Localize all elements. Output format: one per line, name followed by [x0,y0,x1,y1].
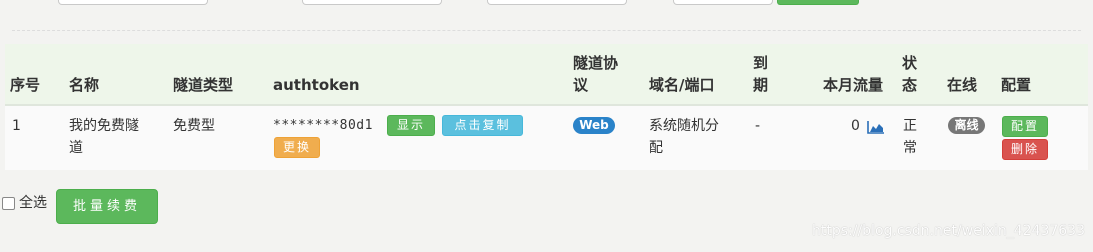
online-status-badge: 离线 [948,117,985,134]
change-token-button[interactable]: 更换 [274,137,320,158]
copy-token-button[interactable]: 点击复制 [442,115,523,136]
filter-input-1[interactable] [58,0,208,5]
header-domain: 域名/端口 [649,76,715,94]
row-authtoken: ********80d1 [273,118,373,133]
header-status-line1: 状 [902,54,918,72]
tunnel-table: 序号 名称 隧道类型 authtoken 隧道协 议 域名/端口 到 期 本月流… [5,44,1088,170]
batch-renew-button[interactable]: 批量续费 [56,189,158,224]
header-status-line2: 态 [902,76,918,94]
header-name: 名称 [69,76,100,94]
row-expire: - [755,118,761,134]
filter-input-3[interactable] [487,0,627,5]
row-domain-line1: 系统随机分 [649,118,719,134]
search-button[interactable] [777,0,859,5]
header-tunnel-type: 隧道类型 [173,76,234,94]
filter-input-2[interactable] [302,0,442,5]
header-config: 配置 [1001,76,1032,94]
row-name-line2: 道 [69,140,83,156]
header-expire-line1: 到 [753,54,769,72]
header-traffic: 本月流量 [823,76,884,94]
header-protocol-line2: 议 [573,76,589,94]
header-expire-line2: 期 [753,76,769,94]
area-chart-icon[interactable] [867,119,885,134]
row-domain-line2: 配 [649,140,663,156]
header-index: 序号 [10,76,41,94]
header-authtoken: authtoken [273,76,360,94]
row-name-line1: 我的免费隧 [69,118,139,134]
table-header: 序号 名称 隧道类型 authtoken 隧道协 议 域名/端口 到 期 本月流… [5,44,1088,106]
header-online: 在线 [947,76,978,94]
row-status-line2: 常 [903,140,917,156]
delete-button[interactable]: 删除 [1002,139,1048,160]
config-button[interactable]: 配置 [1002,116,1048,137]
row-tunnel-type: 免费型 [173,118,215,134]
row-status-line1: 正 [903,118,917,134]
select-all-checkbox[interactable] [2,197,15,210]
row-traffic: 0 [851,118,860,134]
show-token-button[interactable]: 显示 [387,115,435,136]
divider [12,30,1081,31]
watermark: https://blog.csdn.net/weixin_42437633 [811,223,1085,239]
header-protocol-line1: 隧道协 [573,54,619,72]
filter-input-4[interactable] [673,0,773,5]
select-all-label[interactable]: 全选 [19,193,47,213]
protocol-badge: Web [573,117,615,134]
row-index: 1 [12,118,21,134]
